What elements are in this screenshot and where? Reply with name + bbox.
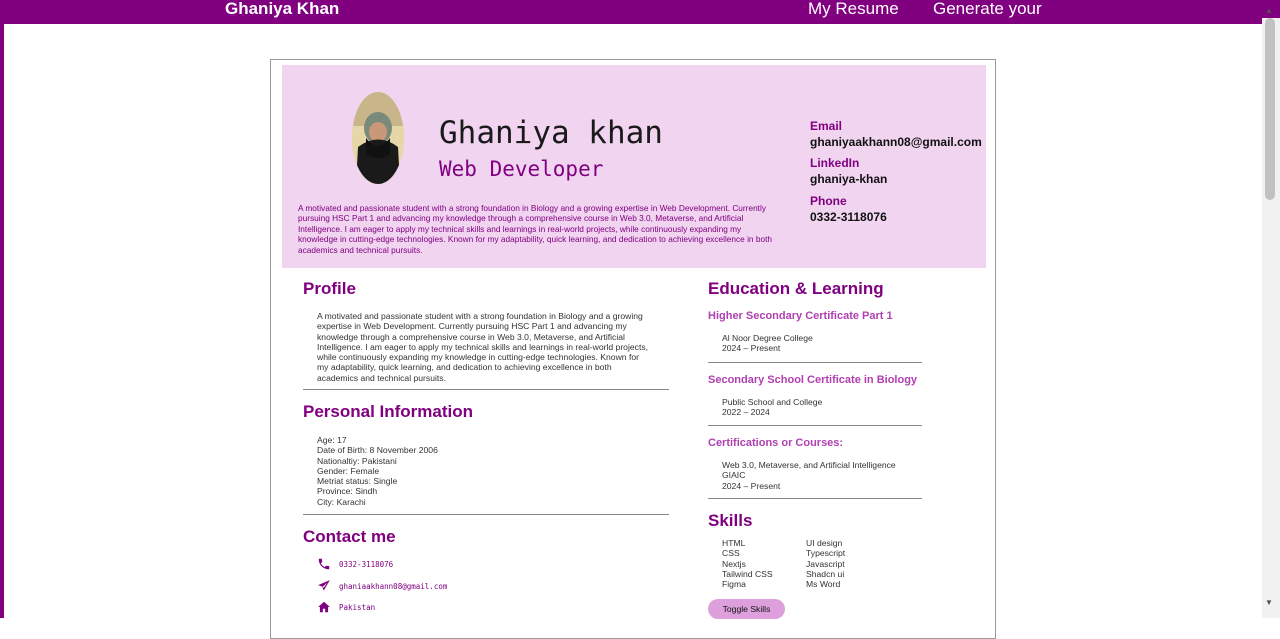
education-entry-details: Public School and College 2022 – 2024 xyxy=(722,397,968,418)
divider xyxy=(708,362,922,363)
personal-info-section: Personal Information Age: 17 Date of Bir… xyxy=(303,402,669,507)
contact-phone-value: 0332-3118076 xyxy=(339,559,394,569)
skills-heading: Skills xyxy=(708,511,753,530)
certification-course: Web 3.0, Metaverse, and Artificial Intel… xyxy=(722,460,896,470)
toggle-skills-button[interactable]: Toggle Skills xyxy=(708,599,785,619)
personal-info-city: City: Karachi xyxy=(317,496,366,507)
skill-item: Figma xyxy=(722,579,746,590)
education-entry-dates: 2024 – Present xyxy=(722,343,781,354)
profile-heading: Profile xyxy=(303,279,356,298)
education-entry-details: Al Noor Degree College 2024 – Present xyxy=(722,333,968,354)
scrollbar-thumb[interactable] xyxy=(1265,18,1275,200)
divider xyxy=(303,389,669,390)
window-left-border xyxy=(0,0,4,618)
brand-name[interactable]: Ghaniya Khan xyxy=(225,0,339,19)
skill-item: Javascript xyxy=(806,558,845,569)
education-entry: Higher Secondary Certificate Part 1 Al N… xyxy=(708,310,968,354)
divider xyxy=(708,498,922,499)
resume-card: Ghaniya khan Web Developer A motivated a… xyxy=(270,59,996,639)
education-entry-institution: Al Noor Degree College xyxy=(722,333,813,343)
skills-column-2: UI design Typescript Javascript Shadcn u… xyxy=(806,538,845,589)
education-entry-dates: 2022 – 2024 xyxy=(722,407,770,418)
contact-me-heading: Contact me xyxy=(303,527,396,546)
email-value[interactable]: ghaniyaakhann08@gmail.com xyxy=(810,135,990,149)
skill-item: CSS xyxy=(722,548,740,559)
certification-institute: GIAIC xyxy=(722,470,746,481)
linkedin-value[interactable]: ghaniya-khan xyxy=(810,172,990,186)
skills-section: Skills xyxy=(708,511,922,531)
resume-name: Ghaniya khan xyxy=(439,115,663,151)
personal-info-gender: Gender: Female xyxy=(317,465,380,476)
personal-info-list: Age: 17 Date of Birth: 8 November 2006 N… xyxy=(317,435,669,507)
education-entry-title: Higher Secondary Certificate Part 1 xyxy=(708,310,893,322)
education-entry-institution: Public School and College xyxy=(722,397,823,407)
personal-info-dob: Date of Birth: 8 November 2006 xyxy=(317,445,438,456)
nav-link-generate[interactable]: Generate your xyxy=(933,0,1042,19)
certifications-entry: Certifications or Courses: Web 3.0, Meta… xyxy=(708,437,968,491)
resume-header: Ghaniya khan Web Developer A motivated a… xyxy=(282,65,986,268)
contact-me-section: Contact me xyxy=(303,527,669,547)
header-linkedin: LinkedIn ghaniya-khan xyxy=(810,156,990,186)
personal-info-age: Age: 17 xyxy=(317,435,347,445)
education-entry: Secondary School Certificate in Biology … xyxy=(708,374,968,418)
email-label: Email xyxy=(810,119,843,133)
personal-info-nationality: Nationaltiy: Pakistani xyxy=(317,455,397,466)
resume-job-title: Web Developer xyxy=(439,157,604,181)
phone-value: 0332-3118076 xyxy=(810,210,887,224)
education-heading-wrap: Education & Learning xyxy=(708,279,968,299)
skill-item: UI design xyxy=(806,538,843,548)
certifications-details: Web 3.0, Metaverse, and Artificial Intel… xyxy=(722,460,968,491)
skill-item: Typescript xyxy=(806,548,846,559)
contact-row-email: ghaniaakhann08@gmail.com xyxy=(317,579,447,593)
personal-info-marital: Metriat status: Single xyxy=(317,476,398,487)
top-navbar: Ghaniya Khan My Resume Generate your xyxy=(0,0,1280,24)
skill-item: Shadcn ui xyxy=(806,568,845,579)
contact-row-phone: 0332-3118076 xyxy=(317,557,393,571)
nav-link-my-resume[interactable]: My Resume xyxy=(808,0,899,19)
profile-text: A motivated and passionate student with … xyxy=(317,311,649,383)
education-entry-title: Secondary School Certificate in Biology xyxy=(708,374,918,386)
scroll-down-arrow-icon[interactable]: ▼ xyxy=(1265,598,1273,607)
certification-dates: 2024 – Present xyxy=(722,480,781,491)
contact-row-location: Pakistan xyxy=(317,600,375,614)
skill-item: Tailwind CSS xyxy=(722,568,773,579)
phone-icon xyxy=(318,558,330,570)
header-summary: A motivated and passionate student with … xyxy=(298,203,772,255)
contact-location-value: Pakistan xyxy=(339,602,376,612)
contact-email-value[interactable]: ghaniaakhann08@gmail.com xyxy=(339,582,447,591)
phone-label: Phone xyxy=(810,194,847,208)
personal-info-heading: Personal Information xyxy=(303,402,474,421)
education-heading: Education & Learning xyxy=(708,279,884,298)
skill-item: HTML xyxy=(722,538,746,548)
scroll-up-arrow-icon[interactable]: ▲ xyxy=(1265,6,1273,15)
home-icon xyxy=(318,601,330,613)
personal-info-province: Province: Sindh xyxy=(317,486,378,497)
divider xyxy=(303,514,669,515)
profile-photo xyxy=(352,92,404,184)
divider xyxy=(708,425,922,426)
skill-item: Nextjs xyxy=(722,558,746,569)
header-phone: Phone 0332-3118076 xyxy=(810,194,990,224)
paper-plane-icon xyxy=(318,580,330,591)
linkedin-label: LinkedIn xyxy=(810,156,860,170)
header-email: Email ghaniyaakhann08@gmail.com xyxy=(810,119,990,149)
skill-item: Ms Word xyxy=(806,579,841,590)
certifications-title: Certifications or Courses: xyxy=(708,437,844,449)
profile-section: Profile A motivated and passionate stude… xyxy=(303,279,669,383)
skills-column-1: HTML CSS Nextjs Tailwind CSS Figma xyxy=(722,538,773,589)
